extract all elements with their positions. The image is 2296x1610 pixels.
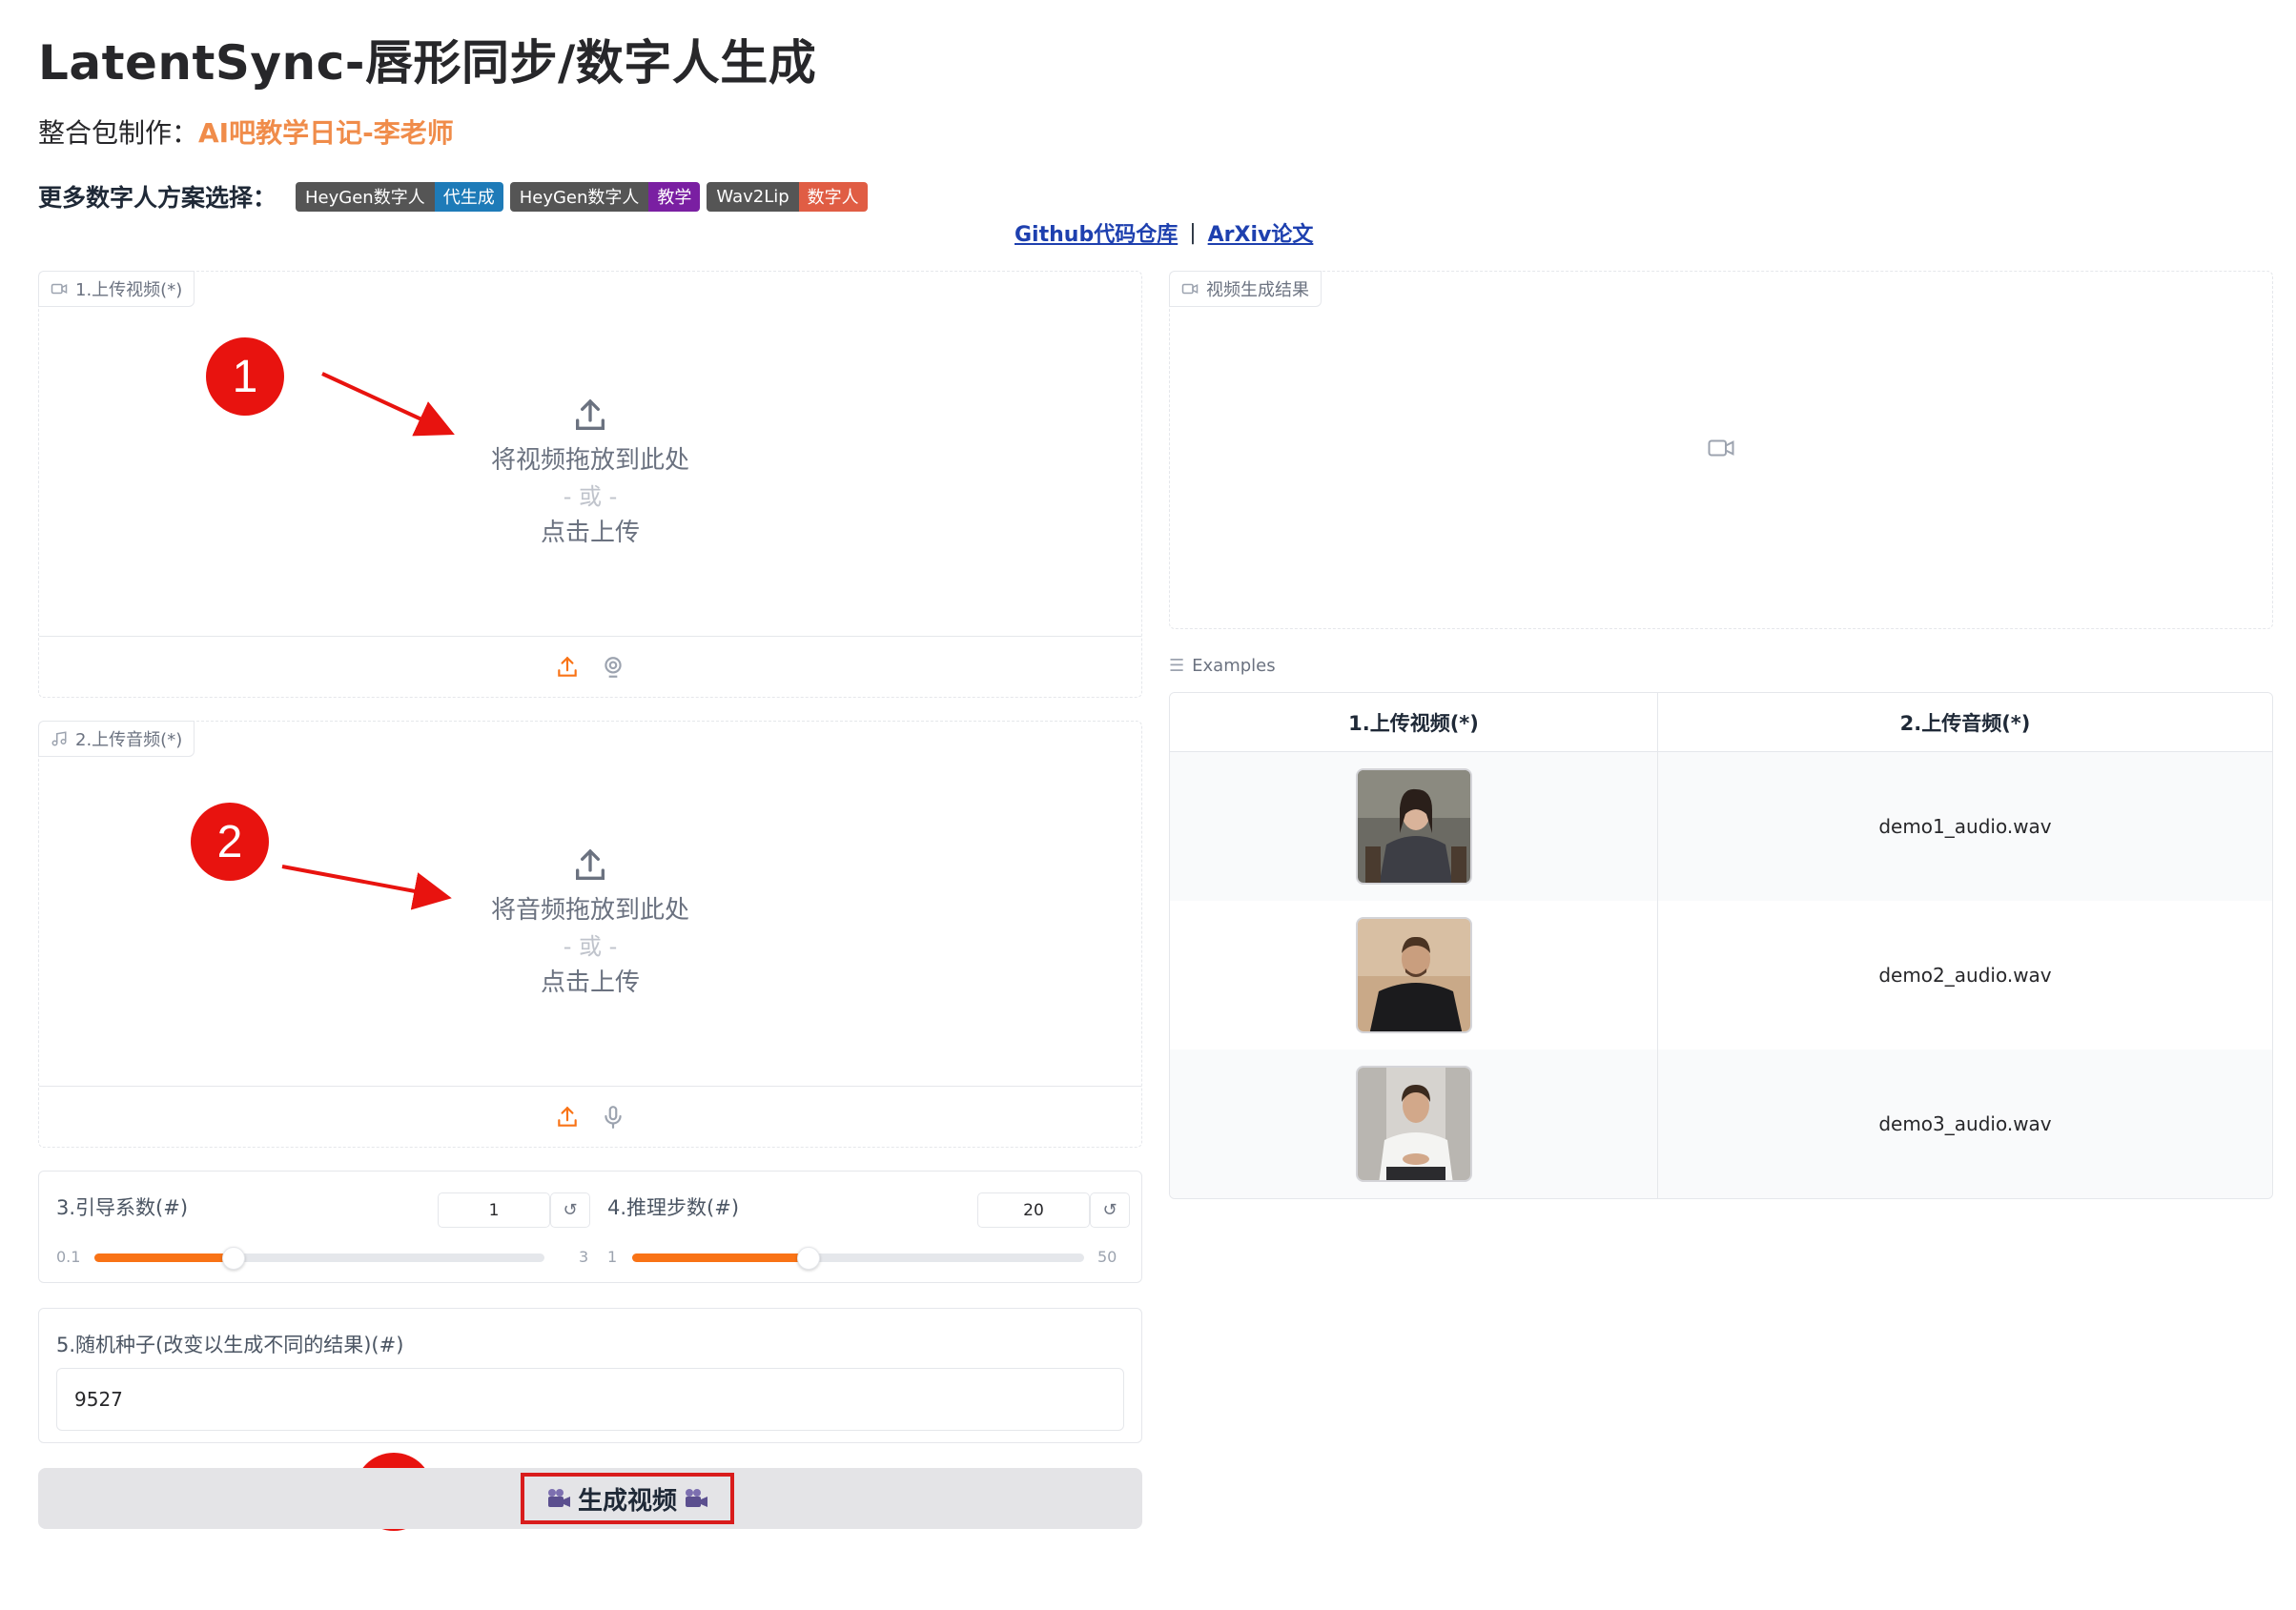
movie-camera-icon bbox=[547, 1489, 570, 1507]
guidance-input[interactable]: 1 bbox=[438, 1192, 550, 1228]
examples-label: ☰ Examples bbox=[1169, 656, 1276, 676]
example-video-cell[interactable] bbox=[1170, 901, 1658, 1050]
guidance-label: 3.引导系数(#) bbox=[56, 1196, 189, 1219]
result-label-text: 视频生成结果 bbox=[1206, 280, 1309, 300]
example-audio-cell[interactable]: demo2_audio.wav bbox=[1658, 901, 2272, 1050]
seed-label: 5.随机种子(改变以生成不同的结果)(#) bbox=[56, 1334, 404, 1356]
arrow-1 bbox=[321, 372, 455, 437]
steps-label: 4.推理步数(#) bbox=[607, 1196, 740, 1219]
guidance-max: 3 bbox=[579, 1248, 589, 1266]
example-thumbnail[interactable] bbox=[1355, 1066, 1472, 1182]
examples-label-text: Examples bbox=[1192, 656, 1276, 676]
guidance-thumb[interactable] bbox=[222, 1247, 246, 1270]
example-video-cell[interactable] bbox=[1170, 752, 1658, 901]
steps-min: 1 bbox=[607, 1248, 618, 1266]
guidance-fill bbox=[94, 1253, 235, 1262]
header-video: 1.上传视频(*) bbox=[1170, 693, 1658, 751]
reset-icon[interactable]: ↺ bbox=[1090, 1192, 1130, 1228]
steps-fill bbox=[632, 1253, 809, 1262]
guidance-slider-block: 3.引导系数(#) 1 ↺ 0.1 3 bbox=[56, 1172, 590, 1284]
example-audio-cell[interactable]: demo3_audio.wav bbox=[1658, 1050, 2272, 1198]
arrow-2 bbox=[281, 865, 452, 910]
steps-slider-block: 4.推理步数(#) 20 ↺ 1 50 bbox=[607, 1172, 1130, 1284]
table-row[interactable]: demo1_audio.wav bbox=[1170, 752, 2272, 901]
steps-input[interactable]: 20 bbox=[977, 1192, 1090, 1228]
steps-track[interactable] bbox=[632, 1253, 1084, 1262]
examples-header: 1.上传视频(*) 2.上传音频(*) bbox=[1170, 693, 2272, 752]
video-camera-icon bbox=[1181, 283, 1199, 295]
table-row[interactable]: demo3_audio.wav bbox=[1170, 1050, 2272, 1198]
steps-thumb[interactable] bbox=[796, 1247, 820, 1270]
header-audio: 2.上传音频(*) bbox=[1899, 711, 2031, 735]
list-icon: ☰ bbox=[1169, 656, 1185, 676]
example-thumbnail[interactable] bbox=[1355, 917, 1472, 1033]
movie-camera-icon bbox=[686, 1489, 707, 1507]
generate-button-highlight[interactable]: 生成视频 bbox=[521, 1473, 734, 1524]
seed-panel: 5.随机种子(改变以生成不同的结果)(#) 9527 bbox=[38, 1308, 1142, 1443]
steps-max: 50 bbox=[1097, 1248, 1117, 1266]
examples-table: 1.上传视频(*) 2.上传音频(*) demo1_audio.wav demo… bbox=[1169, 692, 2273, 1199]
generate-button[interactable]: 生成视频 bbox=[38, 1468, 1142, 1529]
result-label: 视频生成结果 bbox=[1169, 271, 1322, 307]
video-result-panel: 视频生成结果 bbox=[1169, 271, 2273, 629]
guidance-min: 0.1 bbox=[56, 1248, 81, 1266]
reset-icon[interactable]: ↺ bbox=[550, 1192, 590, 1228]
generate-label: 生成视频 bbox=[577, 1486, 677, 1516]
example-audio-cell[interactable]: demo1_audio.wav bbox=[1658, 752, 2272, 901]
table-row[interactable]: demo2_audio.wav bbox=[1170, 901, 2272, 1050]
example-thumbnail[interactable] bbox=[1355, 768, 1472, 885]
example-video-cell[interactable] bbox=[1170, 1050, 1658, 1198]
parameters-panel: 3.引导系数(#) 1 ↺ 0.1 3 4.推理步数(#) 20 ↺ 1 50 bbox=[38, 1171, 1142, 1283]
seed-input[interactable]: 9527 bbox=[56, 1368, 1124, 1431]
video-placeholder-icon bbox=[1708, 439, 1734, 457]
guidance-track[interactable] bbox=[94, 1253, 544, 1262]
